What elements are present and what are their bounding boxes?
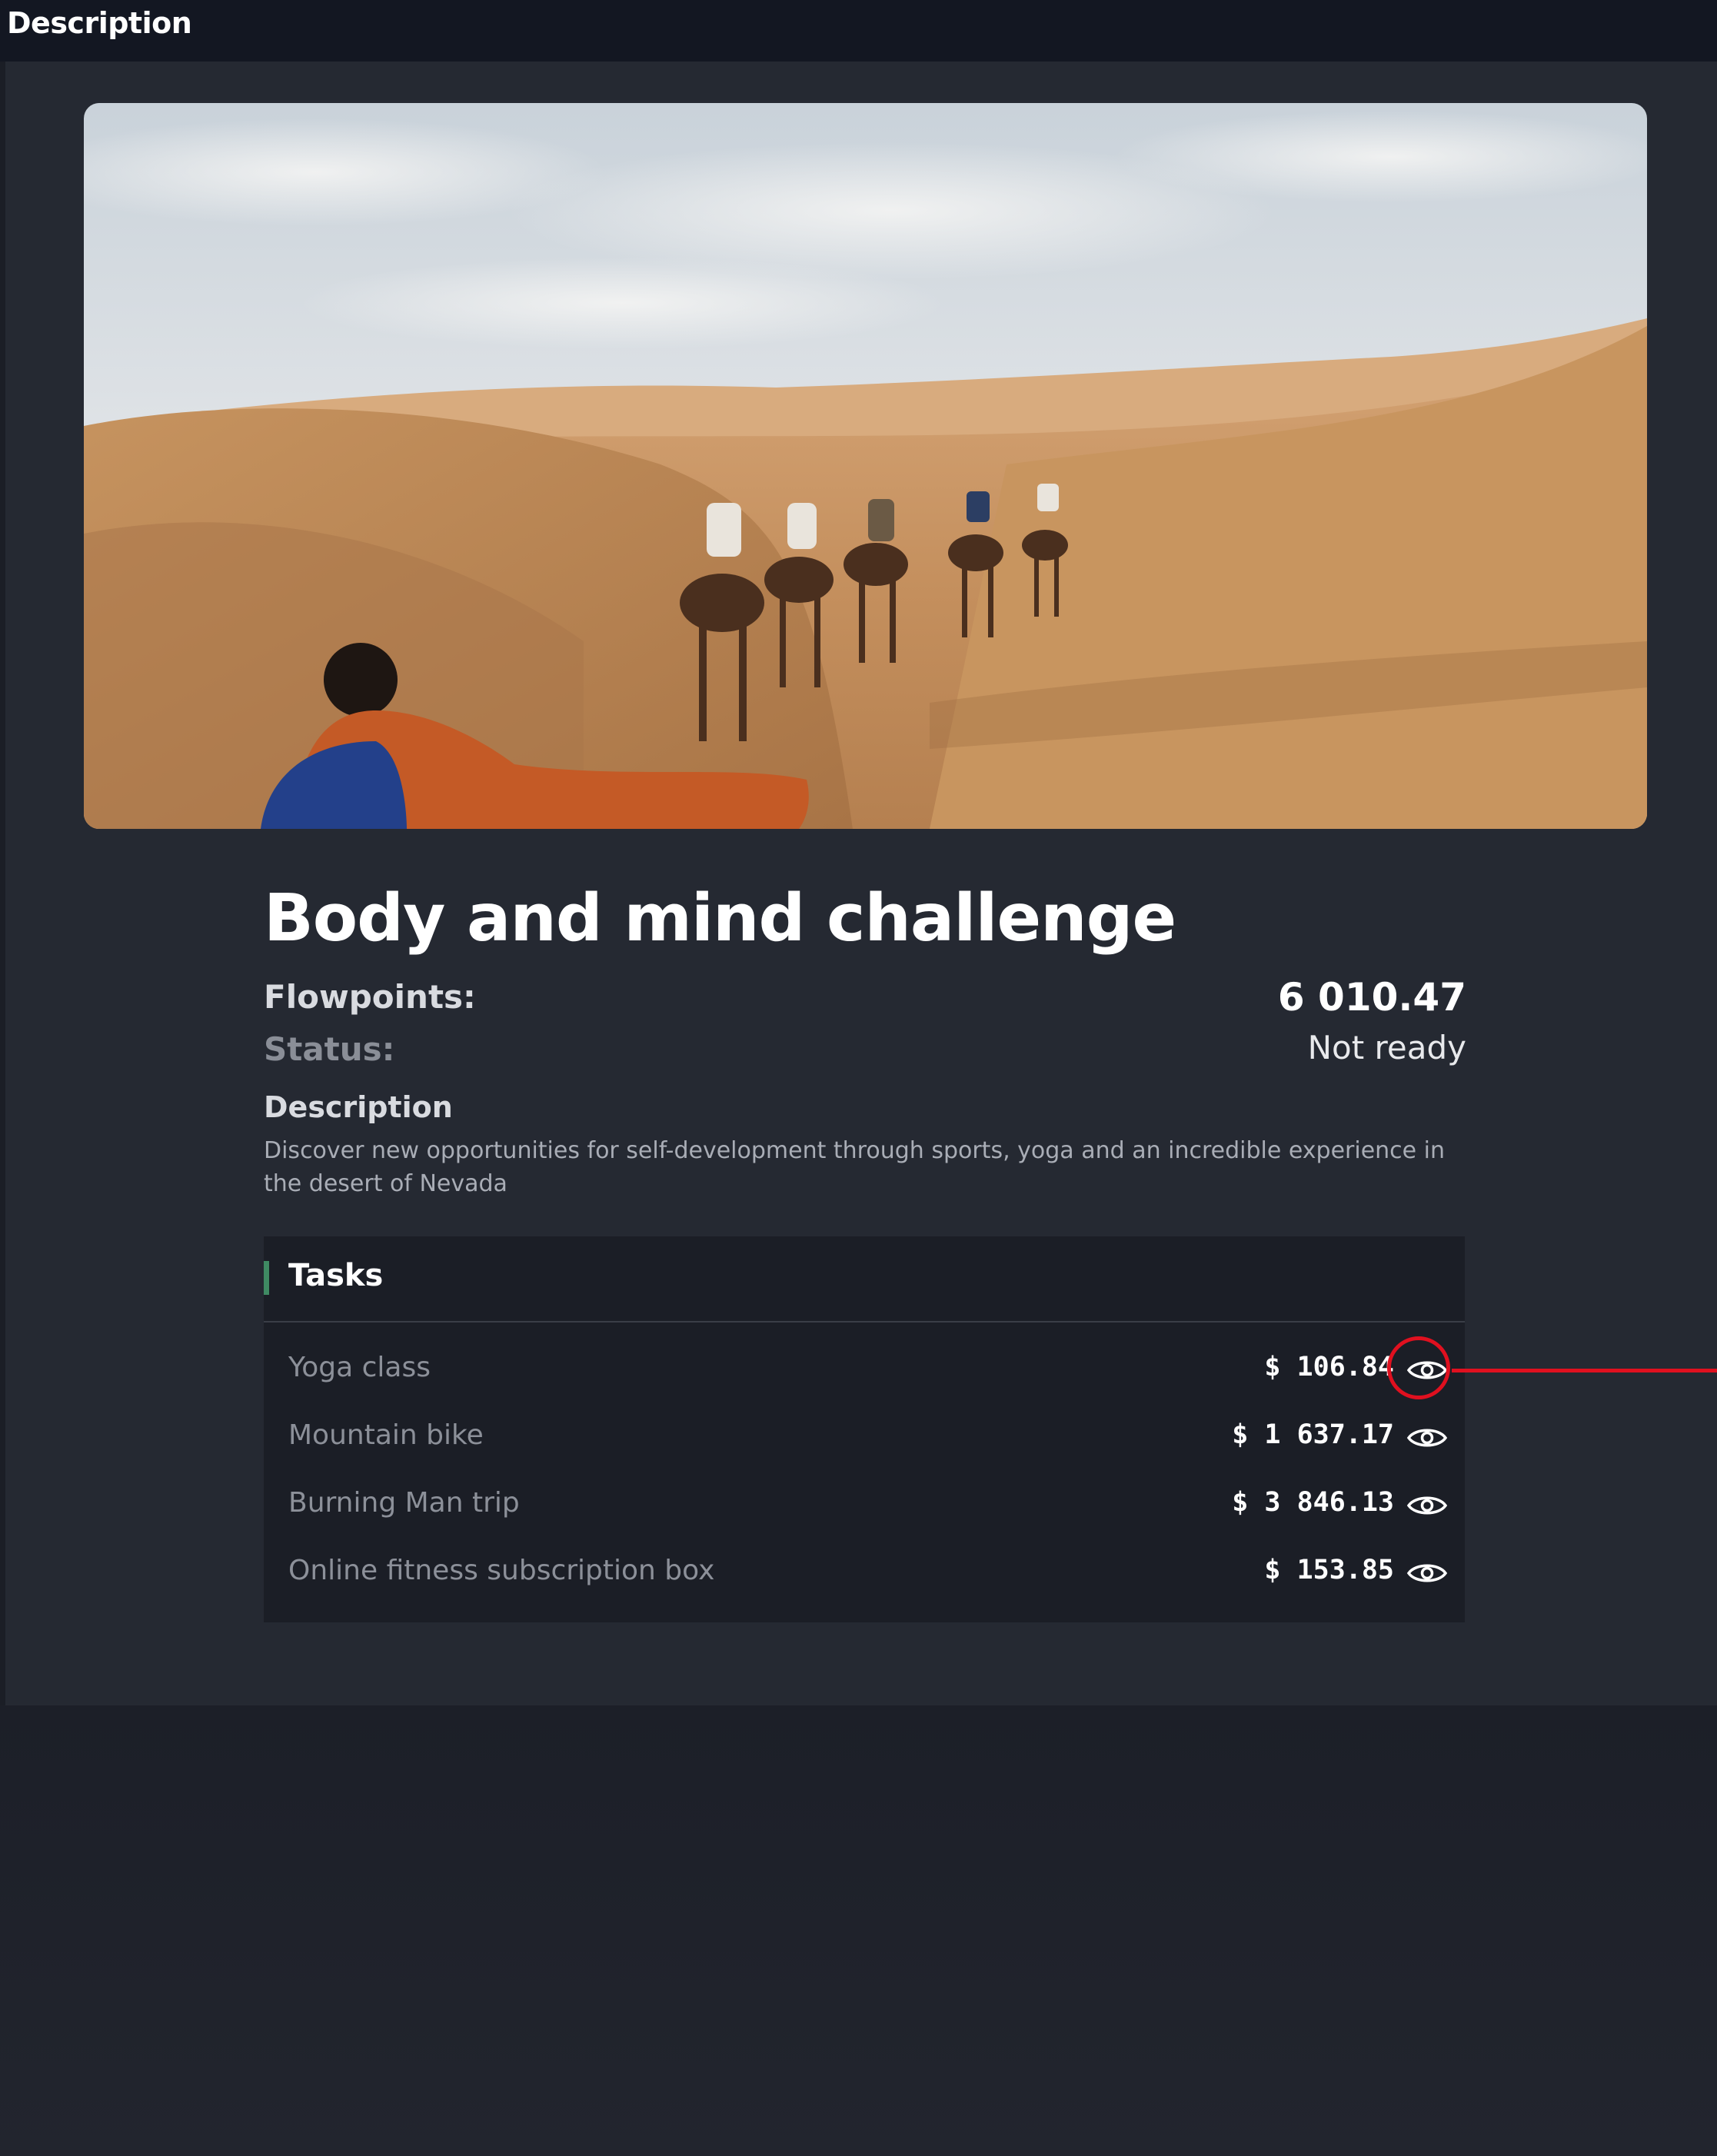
- task-name: Mountain bike: [288, 1419, 484, 1451]
- task-name: Yoga class: [288, 1352, 431, 1383]
- task-row[interactable]: Mountain bike $ 1 637.17: [264, 1404, 1465, 1472]
- tasks-header: Tasks: [264, 1236, 1465, 1323]
- status-value: Not ready: [1307, 1029, 1466, 1066]
- top-bar: Description: [0, 0, 1717, 62]
- task-row[interactable]: Online fitness subscription box $ 153.85: [264, 1539, 1465, 1607]
- eye-icon[interactable]: [1406, 1490, 1448, 1521]
- task-amount: $ 3 846.13: [1232, 1487, 1394, 1518]
- left-edge: [0, 62, 5, 1705]
- challenge-title: Body and mind challenge: [264, 880, 1176, 957]
- page-header-title: Description: [7, 6, 192, 40]
- highlight-circle: [1387, 1336, 1450, 1399]
- task-row[interactable]: Yoga class $ 106.84: [264, 1336, 1465, 1404]
- empty-area: [0, 1705, 1717, 2156]
- task-name: Burning Man trip: [288, 1487, 520, 1519]
- task-name: Online fitness subscription box: [288, 1555, 715, 1586]
- hero-image: [84, 103, 1647, 829]
- task-amount: $ 106.84: [1264, 1352, 1394, 1382]
- eye-icon[interactable]: [1406, 1558, 1448, 1589]
- status-label: Status:: [264, 1030, 395, 1068]
- task-row[interactable]: Burning Man trip $ 3 846.13: [264, 1472, 1465, 1539]
- flowpoints-label: Flowpoints:: [264, 978, 476, 1016]
- task-amount: $ 1 637.17: [1232, 1419, 1394, 1450]
- task-amount: $ 153.85: [1264, 1555, 1394, 1585]
- tasks-title: Tasks: [288, 1258, 384, 1293]
- flowpoints-value: 6 010.47: [1277, 975, 1466, 1020]
- highlight-pointer-line: [1452, 1369, 1717, 1372]
- eye-icon[interactable]: [1406, 1422, 1448, 1453]
- description-heading: Description: [264, 1090, 453, 1124]
- tasks-accent-bar: [264, 1261, 269, 1295]
- description-text: Discover new opportunities for self-deve…: [264, 1137, 1446, 1197]
- tasks-card: Tasks Yoga class $ 106.84 Mountain bike …: [264, 1236, 1465, 1622]
